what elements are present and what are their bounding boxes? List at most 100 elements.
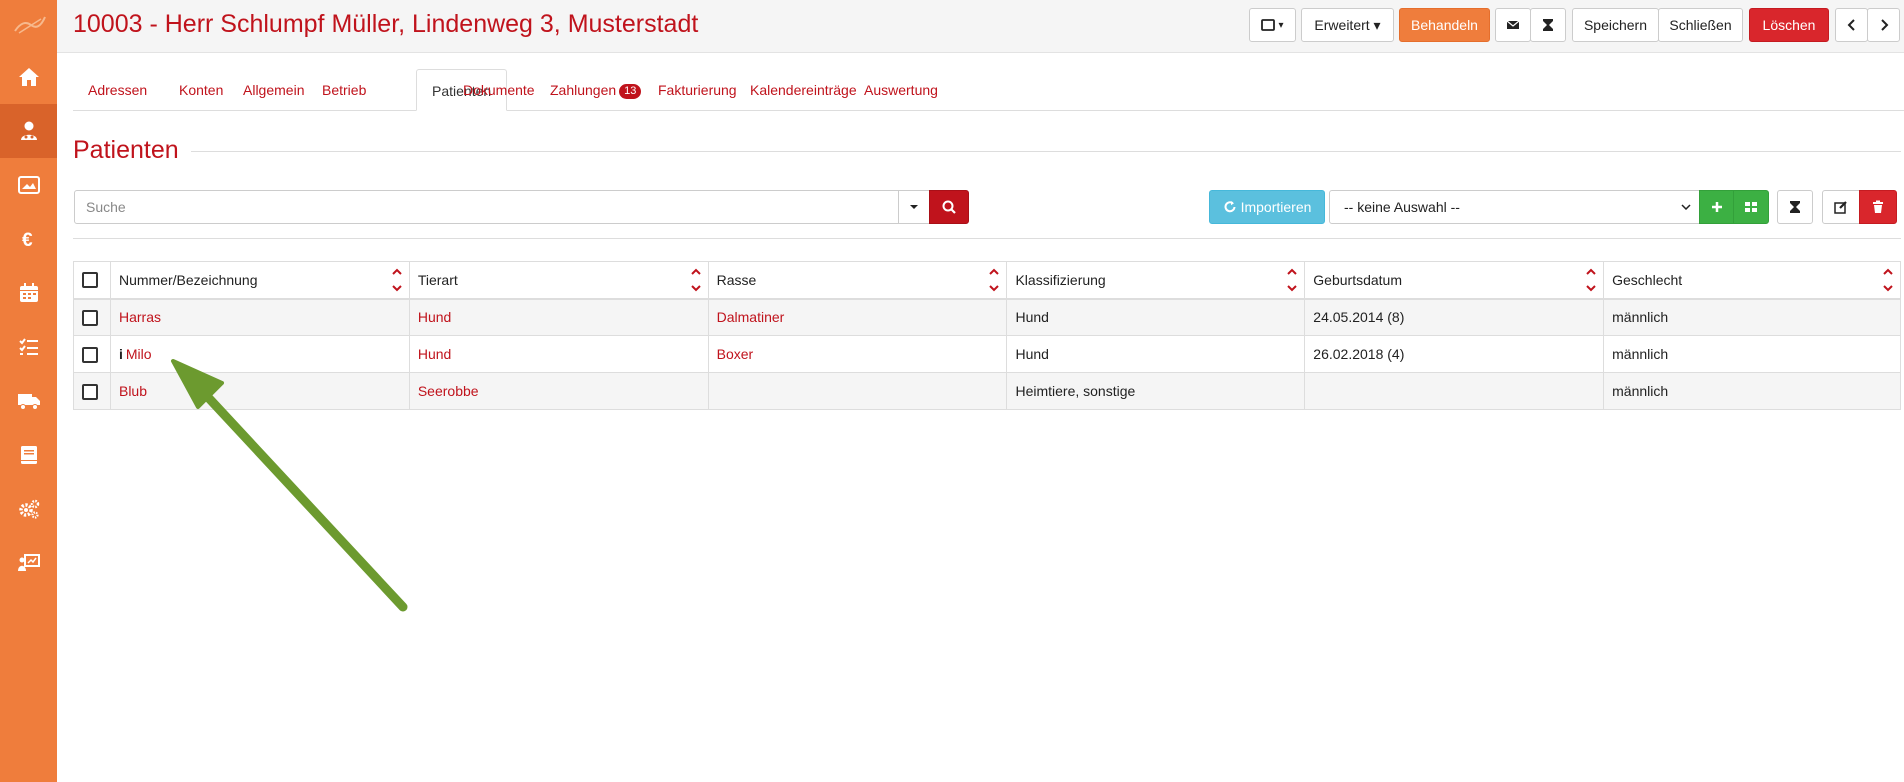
speichern-button[interactable]: Speichern — [1572, 8, 1659, 42]
trash-icon — [1873, 200, 1883, 213]
table-header-row: Nummer/Bezeichnung Tierart Rasse Klassif… — [73, 261, 1901, 300]
sidebar: € — [0, 0, 57, 782]
column-label: Rasse — [716, 271, 757, 288]
edit-button[interactable] — [1822, 190, 1860, 224]
column-header-geschlecht[interactable]: Geschlecht — [1603, 261, 1901, 300]
template-select-value: -- keine Auswahl -- — [1344, 199, 1460, 215]
table-row[interactable]: Blub Seerobbe Heimtiere, sonstige männli… — [73, 372, 1901, 410]
sort-icon[interactable] — [391, 266, 403, 294]
column-label: Tierart — [417, 271, 458, 288]
presentation-icon[interactable] — [0, 536, 57, 590]
prev-button[interactable] — [1835, 8, 1868, 42]
image-icon[interactable] — [0, 158, 57, 212]
behandeln-button[interactable]: Behandeln — [1399, 8, 1490, 42]
erweitert-dropdown-button[interactable]: Erweitert ▾ — [1301, 8, 1394, 42]
rasse-link[interactable]: Boxer — [707, 335, 1008, 373]
envelope-icon — [1506, 20, 1520, 29]
chevron-down-icon — [1681, 204, 1691, 210]
task-list-icon[interactable] — [0, 320, 57, 374]
timer-filter-button[interactable] — [1777, 190, 1813, 224]
row-select-cell — [73, 298, 111, 336]
column-label: Nummer/Bezeichnung — [118, 271, 258, 288]
row-checkbox[interactable] — [82, 383, 98, 400]
table-row[interactable]: Harras Hund Dalmatiner Hund 24.05.2014 (… — [73, 298, 1901, 336]
column-label: Geschlecht — [1612, 271, 1683, 288]
search-options-dropdown[interactable] — [898, 190, 930, 224]
info-icon[interactable]: i — [119, 346, 123, 362]
device-dropdown-button[interactable]: ▾ — [1249, 8, 1296, 42]
tab-auswertung[interactable]: Auswertung — [849, 69, 953, 111]
tierart-link[interactable]: Hund — [408, 335, 709, 373]
home-icon[interactable] — [0, 50, 57, 104]
delete-button[interactable] — [1859, 190, 1897, 224]
tablet-icon — [1261, 19, 1276, 31]
sort-icon[interactable] — [1585, 266, 1597, 294]
sort-icon[interactable] — [1882, 266, 1894, 294]
tab-adressen[interactable]: Adressen — [73, 69, 162, 111]
search-input[interactable] — [74, 190, 899, 224]
table-row[interactable]: i Milo Hund Boxer Hund 26.02.2018 (4) män… — [73, 335, 1901, 373]
import-label: Importieren — [1240, 199, 1312, 215]
sort-icon[interactable] — [988, 266, 1000, 294]
euro-icon[interactable]: € — [0, 212, 57, 266]
row-checkbox[interactable] — [82, 309, 98, 326]
calendar-icon[interactable] — [0, 266, 57, 320]
import-button[interactable]: Importieren — [1209, 190, 1325, 224]
gears-icon[interactable] — [0, 482, 57, 536]
row-select-cell — [73, 372, 111, 410]
hourglass-icon — [1543, 19, 1553, 31]
timer-button[interactable] — [1530, 8, 1566, 42]
add-button[interactable] — [1699, 190, 1734, 224]
email-button[interactable] — [1495, 8, 1531, 42]
caret-icon: ▾ — [1278, 19, 1284, 31]
logo-icon[interactable] — [0, 0, 57, 50]
tierart-link[interactable]: Hund — [408, 298, 709, 336]
row-checkbox[interactable] — [82, 346, 98, 363]
tab-allgemein[interactable]: Allgemein — [228, 69, 319, 111]
column-header-rasse[interactable]: Rasse — [707, 261, 1008, 300]
klassifizierung-cell: Hund — [1006, 335, 1306, 373]
plus-icon — [1711, 202, 1722, 212]
tab-betrieb[interactable]: Betrieb — [307, 69, 381, 111]
schliessen-button[interactable]: Schließen — [1658, 8, 1743, 42]
refresh-icon — [1224, 201, 1236, 213]
column-header-klassifizierung[interactable]: Klassifizierung — [1006, 261, 1306, 300]
rasse-link[interactable]: Dalmatiner — [707, 298, 1008, 336]
tab-zahlungen[interactable]: Zahlungen 13 — [535, 69, 656, 111]
patient-name-link[interactable]: Blub — [109, 372, 410, 410]
rasse-link[interactable] — [707, 372, 1008, 410]
klassifizierung-cell: Hund — [1006, 298, 1306, 336]
geburtsdatum-cell: 26.02.2018 (4) — [1304, 335, 1605, 373]
geburtsdatum-cell — [1304, 372, 1605, 410]
sort-icon[interactable] — [690, 266, 702, 294]
patient-name-cell: i Milo — [109, 335, 410, 373]
patients-icon[interactable] — [0, 104, 57, 158]
template-select[interactable]: -- keine Auswahl -- — [1329, 190, 1700, 224]
patient-name-link[interactable]: Milo — [126, 346, 152, 362]
select-all-checkbox[interactable] — [82, 272, 98, 289]
column-label: Klassifizierung — [1015, 271, 1106, 288]
column-header-nummer[interactable]: Nummer/Bezeichnung — [109, 261, 410, 300]
truck-icon[interactable] — [0, 374, 57, 428]
tab-zahlungen-label: Zahlungen — [550, 82, 617, 98]
loeschen-button[interactable]: Löschen — [1749, 8, 1829, 42]
page-title: 10003 - Herr Schlumpf Müller, Lindenweg … — [73, 10, 699, 38]
geschlecht-cell: männlich — [1603, 298, 1901, 336]
book-icon[interactable] — [0, 428, 57, 482]
grid-icon — [1745, 202, 1757, 212]
section-divider — [73, 151, 1901, 152]
next-button[interactable] — [1867, 8, 1900, 42]
geburtsdatum-cell: 24.05.2014 (8) — [1304, 298, 1605, 336]
sort-icon[interactable] — [1286, 266, 1298, 294]
search-button[interactable] — [929, 190, 969, 224]
column-header-tierart[interactable]: Tierart — [408, 261, 709, 300]
patient-name-link[interactable]: Harras — [109, 298, 410, 336]
edit-icon — [1834, 201, 1847, 214]
main-content: 10003 - Herr Schlumpf Müller, Lindenweg … — [57, 0, 1904, 782]
tierart-link[interactable]: Seerobbe — [408, 372, 709, 410]
column-header-geburtsdatum[interactable]: Geburtsdatum — [1304, 261, 1605, 300]
grid-view-button[interactable] — [1733, 190, 1769, 224]
column-label: Geburtsdatum — [1313, 271, 1403, 288]
chevron-left-icon — [1847, 19, 1855, 31]
svg-text:€: € — [22, 230, 33, 251]
